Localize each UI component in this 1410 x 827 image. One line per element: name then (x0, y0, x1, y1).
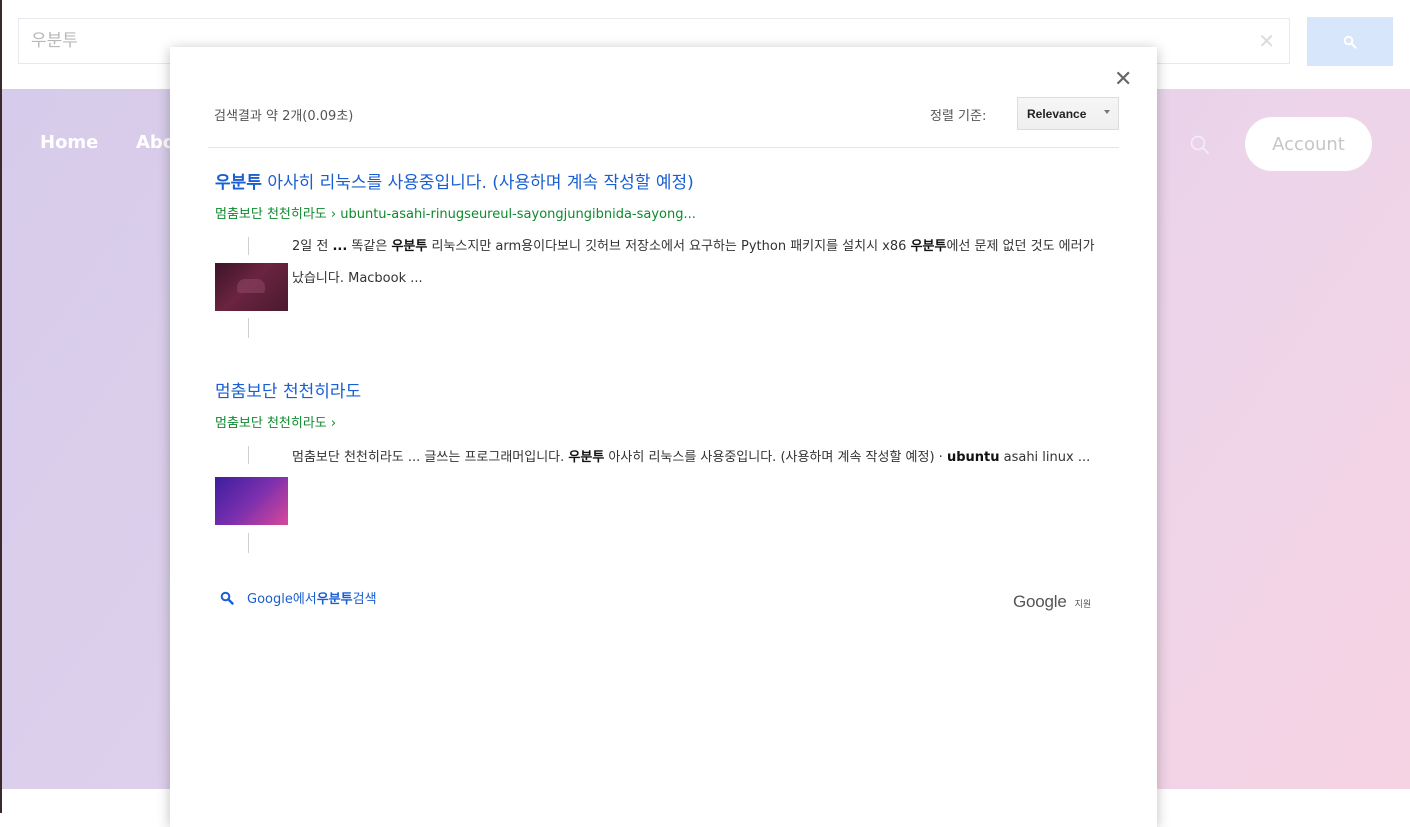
snippet-text: 멈춤보단 천천히라도 ... 글쓰는 프로그래머입니다. (292, 450, 569, 465)
divider (208, 147, 1119, 148)
sort-value: Relevance (1027, 106, 1087, 121)
powered-by-label: 지원 (1074, 600, 1092, 610)
divider (248, 446, 249, 464)
result-url[interactable]: 멈춤보단 천천히라도 › (215, 412, 336, 431)
nav-home[interactable]: Home (40, 132, 98, 153)
result-count: 검색결과 약 2개(0.09초) (214, 109, 354, 124)
snippet-highlight: 우분투 (568, 450, 605, 465)
result-thumbnail[interactable] (215, 263, 288, 311)
search-icon (1343, 35, 1357, 49)
result-thumbnail[interactable] (215, 477, 288, 525)
google-search-link[interactable]: Google에서 우분투 검색 (220, 588, 377, 607)
link-highlight: 우분투 (316, 592, 353, 607)
snippet-text: asahi linux ... (999, 450, 1091, 465)
snippet-highlight: ubuntu (946, 450, 1000, 465)
close-icon[interactable]: ✕ (1258, 30, 1275, 52)
link-text: 검색 (352, 592, 377, 607)
divider (248, 237, 249, 255)
link-text: Google에서 (247, 592, 317, 607)
close-icon[interactable]: ✕ (1114, 67, 1132, 93)
snippet-text: 아사히 리눅스를 사용중입니다. (사용하며 계속 작성할 예정) · (604, 450, 947, 465)
result-title[interactable]: 우분투 아사히 리눅스를 사용중입니다. (사용하며 계속 작성할 예정) (215, 168, 694, 193)
divider (248, 533, 249, 553)
google-logo: Google (1013, 592, 1067, 611)
chevron-down-icon (1104, 110, 1110, 114)
search-icon (220, 591, 234, 605)
sort-select[interactable]: Relevance (1017, 97, 1119, 130)
account-label: Account (1272, 133, 1345, 155)
result-title-text: 아사히 리눅스를 사용중입니다. (사용하며 계속 작성할 예정) (261, 173, 694, 193)
search-button[interactable] (1307, 17, 1393, 66)
powered-by-google: Google 지원 (1013, 592, 1091, 612)
search-results-dialog: ✕ 검색결과 약 2개(0.09초) 정렬 기준: Relevance 우분투 … (170, 47, 1157, 827)
result-title-highlight: 우분투 (215, 173, 262, 193)
snippet-text: 2일 전 (292, 239, 333, 254)
search-icon[interactable] (1188, 133, 1212, 157)
sort-label: 정렬 기준: (930, 109, 987, 124)
snippet-highlight: 우분투 (391, 239, 428, 254)
result-title[interactable]: 멈춤보단 천천히라도 (215, 377, 361, 402)
result-snippet: 멈춤보단 천천히라도 ... 글쓰는 프로그래머입니다. 우분투 아사히 리눅스… (292, 442, 1102, 474)
snippet-highlight: 우분투 (910, 239, 947, 254)
result-url[interactable]: 멈춤보단 천천히라도 › ubuntu-asahi-rinugseureul-s… (215, 203, 696, 222)
result-snippet: 2일 전 ... 똑같은 우분투 리눅스지만 arm용이다보니 깃허브 저장소에… (292, 231, 1102, 295)
snippet-highlight: ... (332, 239, 348, 254)
divider (248, 318, 249, 338)
snippet-text: 똑같은 (347, 239, 392, 254)
snippet-text: 리눅스지만 arm용이다보니 깃허브 저장소에서 요구하는 Python 패키지… (427, 239, 911, 254)
account-button[interactable]: Account (1245, 117, 1372, 171)
result-title-text: 멈춤보단 천천히라도 (215, 382, 362, 402)
